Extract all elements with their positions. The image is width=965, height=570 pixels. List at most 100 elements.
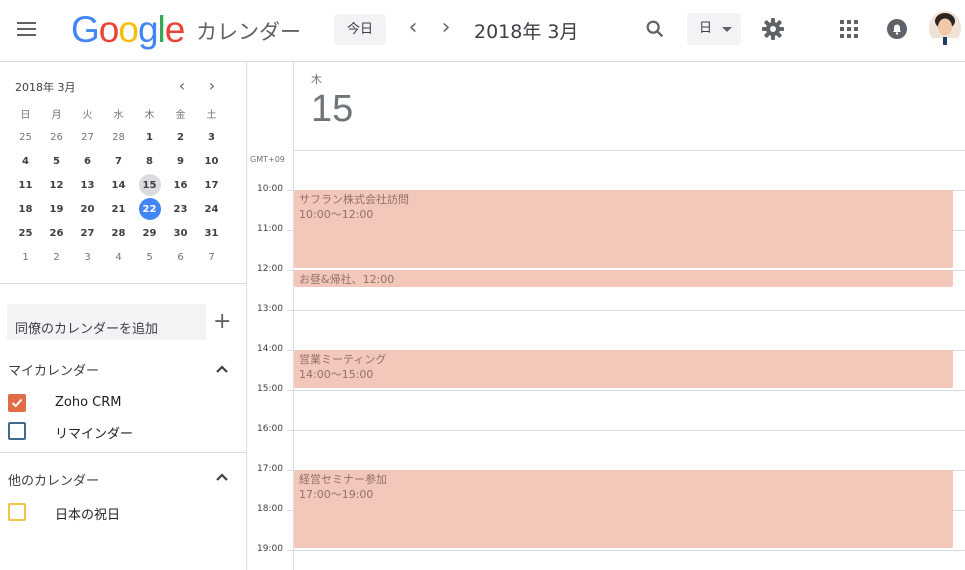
mini-calendar-day[interactable]: 17: [196, 173, 227, 197]
mini-calendar-day[interactable]: 2: [165, 125, 196, 149]
hour-label: 11:00: [257, 224, 283, 234]
mini-calendar-day[interactable]: 23: [165, 197, 196, 221]
mini-calendar-day[interactable]: 5: [41, 149, 72, 173]
mini-calendar-day-number: 4: [115, 251, 122, 263]
calendar-event[interactable]: 経営セミナー参加 17:00〜19:00: [294, 470, 953, 548]
mini-calendar-day[interactable]: 31: [196, 221, 227, 245]
checkbox-checked-icon[interactable]: [8, 394, 26, 412]
checkbox-unchecked-icon[interactable]: [8, 422, 26, 440]
mini-calendar-day-number: 11: [18, 179, 33, 191]
chevron-right-icon[interactable]: ›: [435, 17, 457, 40]
mini-calendar-day[interactable]: 9: [165, 149, 196, 173]
avatar[interactable]: [929, 11, 961, 45]
mini-calendar-day[interactable]: 10: [196, 149, 227, 173]
mini-calendar-day-number: 2: [177, 131, 184, 143]
mini-calendar-day[interactable]: 11: [10, 173, 41, 197]
mini-calendar-day-number: 25: [19, 131, 32, 143]
mini-calendar-day[interactable]: 20: [72, 197, 103, 221]
mini-calendar-day[interactable]: 7: [196, 245, 227, 269]
checkbox-unchecked-icon[interactable]: [8, 503, 26, 521]
divider: [0, 452, 247, 453]
mini-calendar-day[interactable]: 22: [134, 197, 165, 221]
calendar-event[interactable]: サフラン株式会社訪問 10:00〜12:00: [294, 190, 953, 268]
mini-calendar-day[interactable]: 7: [103, 149, 134, 173]
search-icon[interactable]: [644, 18, 666, 40]
add-coworker-calendar-input[interactable]: 同僚のカレンダーを追加: [7, 304, 206, 340]
chevron-up-icon[interactable]: [215, 364, 229, 374]
mini-calendar-day-number: 17: [204, 179, 219, 191]
mini-calendar-day[interactable]: 27: [72, 125, 103, 149]
mini-calendar-day[interactable]: 6: [72, 149, 103, 173]
mini-calendar-day[interactable]: 3: [72, 245, 103, 269]
mini-next-month-icon[interactable]: ›: [204, 76, 220, 95]
mini-calendar-day[interactable]: 6: [165, 245, 196, 269]
mini-calendar-day[interactable]: 4: [10, 149, 41, 173]
mini-calendar-day[interactable]: 24: [196, 197, 227, 221]
mini-calendar-day[interactable]: 28: [103, 125, 134, 149]
notifications-icon[interactable]: [886, 18, 908, 40]
mini-calendar-day[interactable]: 4: [103, 245, 134, 269]
mini-calendar-day[interactable]: 15: [134, 173, 165, 197]
calendar-event[interactable]: お昼&帰社、12:00: [294, 270, 953, 287]
mini-calendar-day[interactable]: 26: [41, 125, 72, 149]
event-time: 10:00〜12:00: [299, 208, 374, 221]
weekday-label: 土: [206, 109, 217, 121]
add-calendar-plus-icon[interactable]: +: [213, 309, 231, 334]
calendar-label: リマインダー: [55, 427, 134, 442]
mini-calendar-day[interactable]: 3: [196, 125, 227, 149]
today-button[interactable]: 今日: [334, 14, 386, 45]
apps-grid-icon[interactable]: [839, 19, 859, 39]
mini-calendar-day-number: 26: [50, 131, 63, 143]
mini-calendar-day[interactable]: 27: [72, 221, 103, 245]
event-title: サフラン株式会社訪問: [299, 193, 409, 206]
hour-tick: [287, 350, 293, 351]
mini-calendar-day[interactable]: 14: [103, 173, 134, 197]
hour-gridline: [293, 430, 965, 431]
gear-icon[interactable]: [761, 17, 785, 41]
hour-tick: [287, 390, 293, 391]
mini-calendar-day-number: 9: [177, 155, 184, 167]
calendar-item-reminders[interactable]: リマインダー: [8, 421, 133, 442]
hour-label: 14:00: [257, 344, 283, 354]
mini-calendar-day[interactable]: 21: [103, 197, 134, 221]
menu-icon[interactable]: [14, 18, 40, 42]
mini-calendar-day[interactable]: 19: [41, 197, 72, 221]
hour-label: 10:00: [257, 184, 283, 194]
google-logo[interactable]: Google: [71, 9, 185, 51]
time-grid[interactable]: 10:00 11:00 12:00 13:00 14:00 15:00 16:00 17:00…: [247, 150, 965, 570]
mini-calendar-day-number: 21: [111, 203, 126, 215]
my-calendars-title[interactable]: マイカレンダー: [8, 360, 99, 379]
mini-calendar-day[interactable]: 13: [72, 173, 103, 197]
mini-prev-month-icon[interactable]: ‹: [174, 76, 190, 95]
chevron-up-icon[interactable]: [215, 472, 229, 482]
mini-calendar-day[interactable]: 8: [134, 149, 165, 173]
mini-calendar-day[interactable]: 5: [134, 245, 165, 269]
mini-calendar-week: 18 19 20 21 22 23 24: [10, 197, 227, 221]
mini-calendar-day-number: 15: [138, 174, 161, 196]
other-calendars-title[interactable]: 他のカレンダー: [8, 470, 99, 489]
mini-calendar-weekdays: 日月火水木金土: [10, 101, 227, 125]
mini-calendar-day[interactable]: 29: [134, 221, 165, 245]
mini-calendar-day[interactable]: 18: [10, 197, 41, 221]
mini-calendar-day[interactable]: 12: [41, 173, 72, 197]
event-title: お昼&帰社、12:00: [299, 273, 395, 286]
mini-calendar-day[interactable]: 16: [165, 173, 196, 197]
mini-calendar-day[interactable]: 25: [10, 125, 41, 149]
calendar-event[interactable]: 営業ミーティング 14:00〜15:00: [294, 350, 953, 388]
calendar-item-japan-holidays[interactable]: 日本の祝日: [8, 502, 120, 523]
mini-calendar-day-number: 10: [204, 155, 219, 167]
mini-calendar-day[interactable]: 30: [165, 221, 196, 245]
calendar-item-zoho-crm[interactable]: Zoho CRM: [8, 393, 122, 413]
event-time: 14:00〜15:00: [299, 368, 374, 381]
view-selector[interactable]: 日: [687, 13, 741, 45]
mini-calendar-day[interactable]: 1: [134, 125, 165, 149]
mini-calendar-day-number: 14: [111, 179, 126, 191]
mini-calendar-day[interactable]: 2: [41, 245, 72, 269]
chevron-left-icon[interactable]: ‹: [402, 17, 424, 40]
mini-calendar-day[interactable]: 28: [103, 221, 134, 245]
day-number[interactable]: 15: [311, 88, 353, 131]
mini-calendar-day[interactable]: 26: [41, 221, 72, 245]
mini-calendar-day[interactable]: 1: [10, 245, 41, 269]
mini-calendar-day[interactable]: 25: [10, 221, 41, 245]
mini-calendar-day-number: 7: [115, 155, 122, 167]
